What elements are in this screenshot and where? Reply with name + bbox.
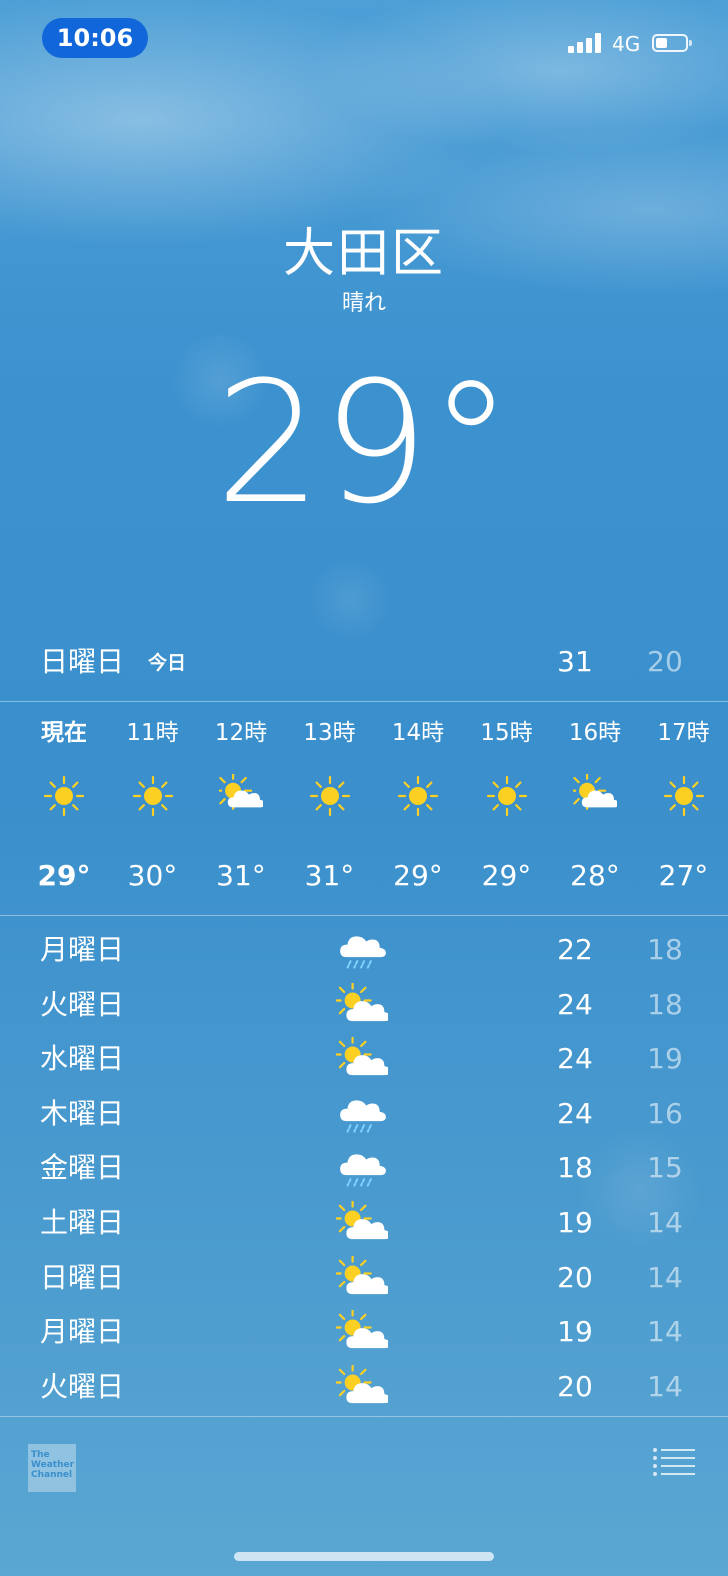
sun-icon: [42, 774, 86, 818]
network-type: 4G: [612, 32, 641, 56]
daily-day: 木曜日: [40, 1096, 125, 1130]
hourly-item: 16時 28°: [551, 704, 639, 912]
daily-row: 月曜日 22 18: [0, 924, 728, 978]
hourly-time: 13時: [303, 720, 356, 746]
partly-cloudy-icon: [213, 771, 266, 818]
partly-cloudy-icon: [333, 980, 391, 1029]
partly-cloudy-icon: [333, 1253, 391, 1302]
hourly-time: 15時: [480, 720, 533, 746]
hourly-time: 17時: [657, 720, 710, 746]
daily-high: 19: [557, 1206, 593, 1239]
current-condition: 晴れ: [341, 291, 386, 316]
hourly-time: 14時: [391, 720, 445, 746]
daily-row: 金曜日 18 15: [0, 1142, 728, 1196]
hourly-temp: 27°: [658, 859, 709, 892]
status-time[interactable]: 10:06: [42, 18, 148, 58]
daily-row: 水曜日 24 19: [0, 1033, 728, 1087]
daily-row: 火曜日 24 18: [0, 979, 728, 1033]
hourly-time: 11時: [126, 720, 179, 746]
daily-high: 22: [557, 933, 593, 966]
daily-high: 19: [557, 1315, 593, 1349]
list-icon[interactable]: [652, 1446, 696, 1478]
daily-row: 火曜日 20 14: [0, 1361, 728, 1415]
partly-cloudy-icon: [333, 1035, 391, 1083]
hourly-time: 現在: [41, 720, 87, 746]
partly-cloudy-icon: [333, 1363, 391, 1411]
hourly-temp: 29°: [37, 859, 91, 892]
daily-low: 18: [647, 987, 683, 1021]
current-temperature: 29°: [215, 345, 513, 541]
hourly-forecast[interactable]: 現在 29° 11時 30° 12時 31° 13時 31° 14時 29° 15時 29° 16時 28…: [20, 704, 728, 912]
rain-cloud-icon: [336, 928, 388, 974]
sun-icon: [131, 774, 175, 818]
daily-high: 24: [557, 1096, 593, 1130]
today-day: 日曜日: [40, 645, 125, 678]
home-indicator[interactable]: [234, 1552, 494, 1561]
status-bar: 10:06 4G: [0, 0, 728, 80]
hourly-temp: 29°: [393, 859, 443, 892]
daily-high: 20: [557, 1260, 593, 1294]
hourly-temp: 29°: [481, 859, 532, 892]
partly-cloudy-icon: [333, 1308, 391, 1356]
daily-high: 20: [557, 1369, 593, 1403]
daily-high: 24: [557, 1042, 593, 1076]
city-name: 大田区: [282, 224, 445, 284]
hourly-item: 現在 29°: [20, 704, 108, 912]
daily-low: 14: [647, 1260, 683, 1294]
daily-day: 日曜日: [40, 1260, 125, 1294]
daily-day: 月曜日: [40, 1315, 125, 1349]
daily-low: 14: [647, 1206, 683, 1239]
hourly-item: 11時 30°: [109, 704, 197, 912]
hourly-temp: 30°: [127, 859, 178, 892]
hourly-time: 12時: [214, 720, 268, 746]
hourly-item: 12時 31°: [197, 704, 285, 912]
battery-icon: [652, 34, 692, 52]
daily-day: 火曜日: [40, 987, 125, 1021]
daily-low: 16: [647, 1096, 683, 1130]
sun-icon: [485, 774, 529, 818]
daily-low: 19: [647, 1042, 683, 1076]
sun-icon: [662, 774, 706, 818]
sun-icon: [308, 774, 352, 818]
today-low: 20: [647, 645, 683, 678]
today-high: 31: [557, 645, 593, 678]
daily-row: 木曜日 24 16: [0, 1088, 728, 1142]
daily-day: 土曜日: [40, 1206, 125, 1239]
daily-low: 14: [647, 1369, 683, 1403]
daily-low: 15: [647, 1151, 683, 1185]
daily-high: 24: [557, 987, 593, 1021]
daily-day: 火曜日: [40, 1369, 125, 1403]
divider: [0, 701, 728, 702]
hourly-temp: 31°: [216, 859, 266, 892]
hourly-temp: 28°: [570, 859, 620, 892]
daily-row: 日曜日 20 14: [0, 1252, 728, 1306]
hourly-temp: 31°: [304, 859, 355, 892]
daily-day: 水曜日: [40, 1042, 125, 1076]
rain-cloud-icon: [336, 1146, 388, 1192]
today-summary: 日曜日 今日 31 20: [0, 640, 728, 684]
divider: [0, 915, 728, 916]
hourly-item: 13時 31°: [286, 704, 374, 912]
sun-icon: [396, 774, 440, 818]
weather-channel-logo[interactable]: The Weather Channel: [28, 1444, 76, 1492]
daily-row: 土曜日 19 14: [0, 1197, 728, 1251]
hourly-item: 14時 29°: [374, 704, 462, 912]
daily-low: 18: [647, 933, 683, 966]
today-label: 今日: [148, 652, 187, 674]
hourly-item: 15時 29°: [463, 704, 551, 912]
rain-cloud-icon: [336, 1092, 388, 1138]
daily-high: 18: [557, 1151, 593, 1185]
daily-day: 月曜日: [40, 933, 125, 966]
divider: [0, 1416, 728, 1417]
hourly-item: 17時 27°: [640, 704, 728, 912]
partly-cloudy-icon: [333, 1199, 391, 1247]
partly-cloudy-icon: [567, 771, 620, 818]
hourly-time: 16時: [568, 720, 622, 746]
daily-row: 月曜日 19 14: [0, 1306, 728, 1360]
signal-icon: [568, 33, 602, 53]
daily-low: 14: [647, 1315, 683, 1349]
daily-day: 金曜日: [40, 1151, 125, 1185]
